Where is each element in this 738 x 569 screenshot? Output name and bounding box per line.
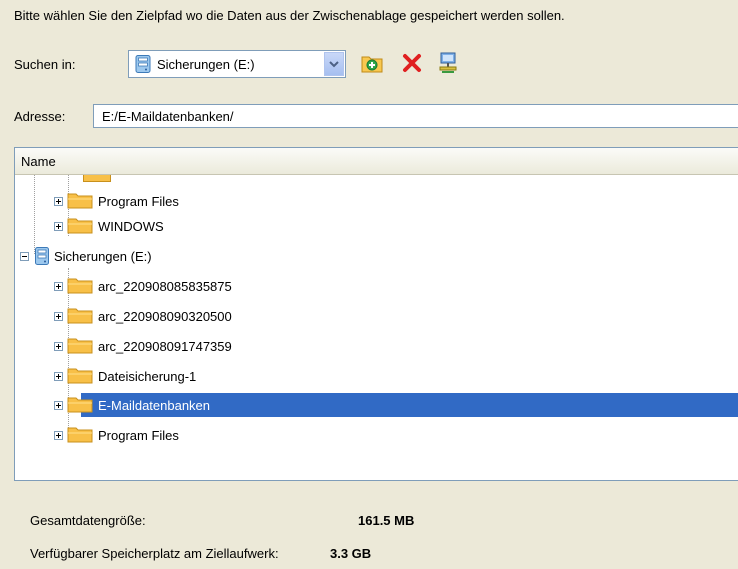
expand-icon[interactable] [54,221,63,231]
collapse-icon[interactable] [20,251,29,261]
folder-icon [83,175,111,182]
folder-icon [67,191,93,212]
drive-select-value: Sicherungen (E:) [157,56,255,72]
tree-item-label: arc_220908085835875 [98,278,232,294]
drive-icon [35,247,49,265]
address-label: Adresse: [14,109,66,124]
tree-item-e-maildatenbanken[interactable]: E-Maildatenbanken [54,393,214,417]
free-space-value: 3.3 GB [330,546,372,561]
folder-icon [67,425,93,446]
tree-item-arc-3[interactable]: arc_220908091747359 [54,334,235,358]
delete-icon[interactable] [400,51,424,75]
tree-item-label: arc_220908091747359 [98,338,232,354]
tree-item-label: Sicherungen (E:) [54,248,152,264]
chevron-down-icon[interactable] [324,52,344,76]
drive-select[interactable]: Sicherungen (E:) [128,50,346,78]
tree-item-program-files-c[interactable]: Program Files [54,189,182,213]
expand-icon[interactable] [54,400,63,410]
expand-icon[interactable] [54,341,63,351]
new-folder-icon[interactable] [360,51,384,75]
address-field[interactable]: E:/E-Maildatenbanken/ [93,104,738,128]
instruction-text: Bitte wählen Sie den Zielpfad wo die Dat… [14,8,565,23]
free-space-row: Verfügbarer Speicherplatz am Ziellaufwer… [30,546,279,561]
tree-item-label: WINDOWS [98,218,164,234]
folder-tree[interactable]: Name Program Files WINDOWS Sicherungen (… [14,147,738,481]
expand-icon[interactable] [54,196,63,206]
expand-icon[interactable] [54,281,63,291]
expand-icon[interactable] [54,311,63,321]
folder-icon [67,395,93,416]
folder-icon [67,336,93,357]
network-icon[interactable] [436,51,460,75]
drive-icon [135,55,151,73]
tree-item-label: E-Maildatenbanken [95,396,214,414]
free-space-label: Verfügbarer Speicherplatz am Ziellaufwer… [30,546,279,561]
tree-item-label: arc_220908090320500 [98,308,232,324]
total-size-row: Gesamtdatengröße: [30,513,146,528]
tree-item-label: Dateisicherung-1 [98,368,197,384]
folder-icon [67,366,93,387]
folder-icon [67,216,93,237]
total-size-value: 161.5 MB [358,513,415,528]
folder-icon [67,306,93,327]
tree-item-program-files-e[interactable]: Program Files [54,423,182,447]
expand-icon[interactable] [54,430,63,440]
tree-item-dateisicherung[interactable]: Dateisicherung-1 [54,364,199,388]
tree-item-sicherungen[interactable]: Sicherungen (E:) [20,244,155,268]
column-header-name[interactable]: Name [15,148,738,175]
total-size-label: Gesamtdatengröße: [30,513,146,528]
folder-icon [67,276,93,297]
tree-item-label: Program Files [98,427,179,443]
tree-item-label: Program Files [98,193,179,209]
expand-icon[interactable] [54,371,63,381]
tree-item-arc-2[interactable]: arc_220908090320500 [54,304,235,328]
tree-item-windows[interactable]: WINDOWS [54,214,167,238]
tree-item-arc-1[interactable]: arc_220908085835875 [54,274,235,298]
search-in-label: Suchen in: [14,57,76,72]
